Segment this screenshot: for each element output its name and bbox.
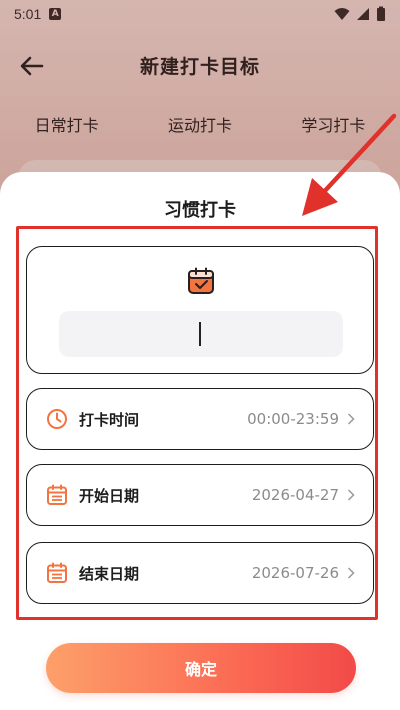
start-date-row[interactable]: 开始日期 2026-04-27 (26, 464, 374, 526)
chevron-right-icon (347, 412, 359, 426)
end-date-row[interactable]: 结束日期 2026-07-26 (26, 542, 374, 604)
checkin-time-value: 00:00-23:59 (247, 410, 339, 428)
habit-icon-card (26, 246, 374, 374)
start-date-label: 开始日期 (79, 486, 140, 505)
chevron-right-icon (347, 566, 359, 580)
text-caret (199, 322, 201, 346)
calendar-icon (45, 483, 69, 507)
habit-sheet: 习惯打卡 打卡时间 00:00-23:59 开始日期 2026-04-27 结束… (0, 172, 400, 710)
checkin-time-row[interactable]: 打卡时间 00:00-23:59 (26, 388, 374, 450)
clock-icon (45, 407, 69, 431)
checkin-time-label: 打卡时间 (79, 410, 140, 429)
confirm-button[interactable]: 确定 (46, 643, 356, 693)
end-date-value: 2026-07-26 (251, 564, 339, 582)
calendar-icon (45, 561, 69, 585)
end-date-label: 结束日期 (79, 564, 140, 583)
chevron-right-icon (347, 488, 359, 502)
calendar-check-icon[interactable] (187, 267, 215, 295)
annotation-arrow-icon (302, 113, 397, 216)
habit-name-input[interactable] (59, 311, 343, 357)
start-date-value: 2026-04-27 (251, 486, 339, 504)
